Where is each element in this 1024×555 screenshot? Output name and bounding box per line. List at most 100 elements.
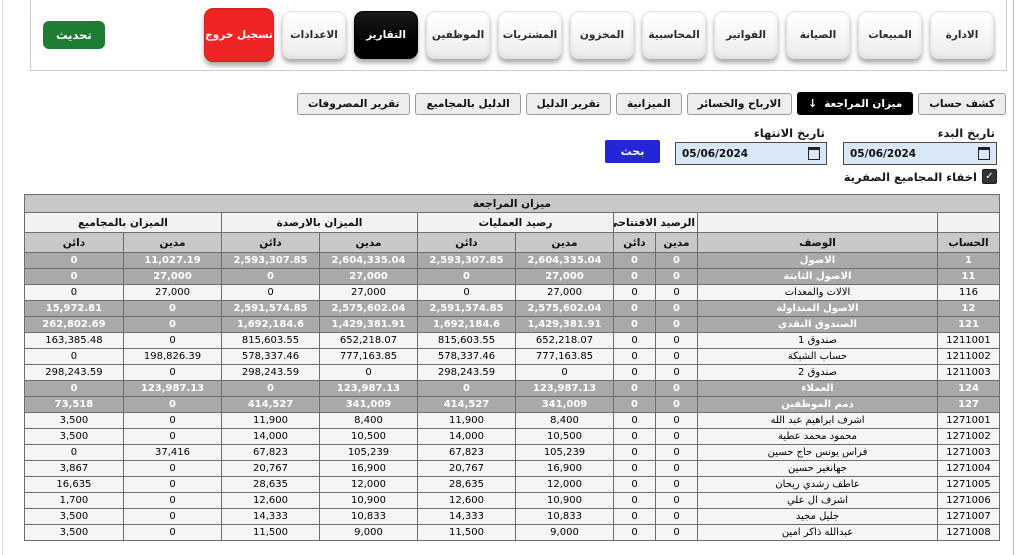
description-cell: الاصول المتداولة [698, 301, 938, 317]
calendar-icon[interactable] [808, 147, 820, 160]
operations-credit-cell: 12,600 [418, 493, 516, 509]
balance-credit-cell: 12,600 [222, 493, 320, 509]
trial-balance-table: ميزان المراجعة الرصيد الافتتاحي رصيد الع… [24, 194, 1000, 541]
opening-debit-cell: 0 [656, 381, 698, 397]
table-row[interactable]: 1271008 عبدالله ذاكر امين 0 0 9,000 11,5… [24, 525, 999, 541]
table-row[interactable]: 127 ذمم الموظفين 0 0 341,009 414,527 341… [24, 397, 999, 413]
description-header-spacer [698, 213, 938, 233]
report-tab[interactable]: الدليل بالمجاميع [415, 93, 520, 115]
operations-credit-cell: 14,000 [418, 429, 516, 445]
table-row[interactable]: 1 الاصول 0 0 2,604,335.04 2,593,307.85 2… [24, 253, 999, 269]
operations-debit-cell: 341,009 [516, 397, 614, 413]
totals-credit-cell: 3,500 [24, 413, 123, 429]
balance-debit-cell: 123,987.13 [320, 381, 418, 397]
balance-credit-cell: 67,823 [222, 445, 320, 461]
totals-credit-cell: 3,867 [24, 461, 123, 477]
main-tab-label: الصيانة [800, 29, 836, 41]
main-tab[interactable]: الفواتير [714, 11, 778, 59]
balance-debit-cell: 12,000 [320, 477, 418, 493]
operations-credit-cell: 11,900 [418, 413, 516, 429]
table-row[interactable]: 124 العملاء 0 0 123,987.13 0 123,987.13 … [24, 381, 999, 397]
account-cell: 1211003 [938, 365, 1000, 381]
balance-debit-cell: 8,400 [320, 413, 418, 429]
report-tab[interactable]: الارباح والخسائر [687, 93, 792, 115]
main-tab[interactable]: الصيانة [786, 11, 850, 59]
main-tab-label: التقارير [366, 29, 406, 41]
calendar-icon[interactable] [978, 147, 990, 160]
table-title: ميزان المراجعة [24, 195, 999, 213]
opening-credit-cell: 0 [614, 493, 656, 509]
balance-credit-cell: 2,591,574.85 [222, 301, 320, 317]
account-cell: 12 [938, 301, 1000, 317]
totals-debit-cell: 0 [124, 365, 222, 381]
main-tab[interactable]: المخزون [570, 11, 634, 59]
main-tab[interactable]: المحاسبية [642, 11, 706, 59]
totals-credit-cell: 0 [24, 349, 123, 365]
table-row[interactable]: 121 الصندوق النقدي 0 0 1,429,381.91 1,69… [24, 317, 999, 333]
opening-debit-cell: 0 [656, 349, 698, 365]
balance-debit-cell: 0 [320, 365, 418, 381]
end-date-input[interactable]: 05/06/2024 [675, 142, 827, 165]
opening-debit-cell: 0 [656, 493, 698, 509]
description-cell: الصندوق النقدي [698, 317, 938, 333]
operations-debit-cell: 27,000 [516, 269, 614, 285]
balance-debit-cell: 777,163.85 [320, 349, 418, 365]
table-row[interactable]: 1271006 اشرف ال علي 0 0 10,900 12,600 10… [24, 493, 999, 509]
table-row[interactable]: 1271004 جهانغير حسين 0 0 16,900 20,767 1… [24, 461, 999, 477]
table-row[interactable]: 1211003 صندوق 2 0 0 0 298,243.59 0 298,2… [24, 365, 999, 381]
account-cell: 1271005 [938, 477, 1000, 493]
report-tab[interactable]: ميزان المراجعة ↓ [797, 92, 913, 115]
search-button[interactable]: بحث [605, 140, 660, 163]
main-tab[interactable]: تسجيل خروج [204, 8, 274, 62]
report-tab[interactable]: تقرير المصروفات [297, 93, 411, 115]
totals-debit-cell: 0 [124, 477, 222, 493]
opening-credit-cell: 0 [614, 301, 656, 317]
balance-debit-cell: 2,604,335.04 [320, 253, 418, 269]
totals-credit-cell: 262,802.69 [24, 317, 123, 333]
table-row[interactable]: 1211002 حساب الشبكة 0 0 777,163.85 578,3… [24, 349, 999, 365]
opening-credit-cell: 0 [614, 253, 656, 269]
opening-credit-cell: 0 [614, 509, 656, 525]
main-tab[interactable]: المبيعات [858, 11, 922, 59]
operations-credit-cell: 0 [418, 381, 516, 397]
totals-credit-cell: 0 [24, 445, 123, 461]
refresh-button[interactable]: تحديث [43, 21, 105, 49]
table-row[interactable]: 116 الالات والمعدات 0 0 27,000 0 27,000 … [24, 285, 999, 301]
report-tab[interactable]: تقرير الدليل [526, 93, 611, 115]
operations-debit-cell: 10,833 [516, 509, 614, 525]
opening-debit-cell: 0 [656, 525, 698, 541]
table-row[interactable]: 1271005 عاطف رشدي ريحان 0 0 12,000 28,63… [24, 477, 999, 493]
description-cell: ذمم الموظفين [698, 397, 938, 413]
account-cell: 1 [938, 253, 1000, 269]
operations-debit-cell: 1,429,381.91 [516, 317, 614, 333]
opening-debit-cell: 0 [656, 477, 698, 493]
operations-debit-cell: 12,000 [516, 477, 614, 493]
main-tab[interactable]: التقارير [354, 11, 418, 59]
main-tab[interactable]: الموظفين [426, 11, 490, 59]
table-row[interactable]: 12 الاصول المتداولة 0 0 2,575,602.04 2,5… [24, 301, 999, 317]
balance-credit-cell: 298,243.59 [222, 365, 320, 381]
checkbox-checked-icon[interactable]: ✓ [982, 169, 997, 184]
hide-zero-groups-toggle[interactable]: ✓ اخفاء المجاميع الصفرية [844, 169, 997, 184]
main-tab[interactable]: الاعدادات [282, 11, 346, 59]
credit-column-header: دائن [24, 233, 123, 253]
report-tab[interactable]: الميزانية [616, 93, 682, 115]
table-row[interactable]: 1271002 محمود محمد عطية 0 0 10,500 14,00… [24, 429, 999, 445]
balance-credit-cell: 11,900 [222, 413, 320, 429]
start-date-input[interactable]: 05/06/2024 [843, 142, 997, 165]
table-row[interactable]: 1271001 اشرف ابراهيم عبد الله 0 0 8,400 … [24, 413, 999, 429]
main-tab-label: المخزون [580, 29, 624, 41]
account-cell: 1271006 [938, 493, 1000, 509]
opening-credit-cell: 0 [614, 365, 656, 381]
report-tab[interactable]: كشف حساب [918, 93, 1006, 115]
operations-debit-cell: 105,239 [516, 445, 614, 461]
totals-debit-cell: 0 [124, 525, 222, 541]
table-row[interactable]: 1271003 فراس يونس حاج حسين 0 0 105,239 6… [24, 445, 999, 461]
opening-debit-cell: 0 [656, 365, 698, 381]
table-row[interactable]: 1211001 صندوق 1 0 0 652,218.07 815,603.5… [24, 333, 999, 349]
table-row[interactable]: 11 الاصول الثابتة 0 0 27,000 0 27,000 0 … [24, 269, 999, 285]
main-toolbar: الادارة المبيعات الصيانة الفواتير المحاس… [30, 0, 1007, 71]
main-tab[interactable]: المشتريات [498, 11, 562, 59]
main-tab[interactable]: الادارة [930, 11, 994, 59]
table-row[interactable]: 1271007 جليل مجيد 0 0 10,833 14,333 10,8… [24, 509, 999, 525]
